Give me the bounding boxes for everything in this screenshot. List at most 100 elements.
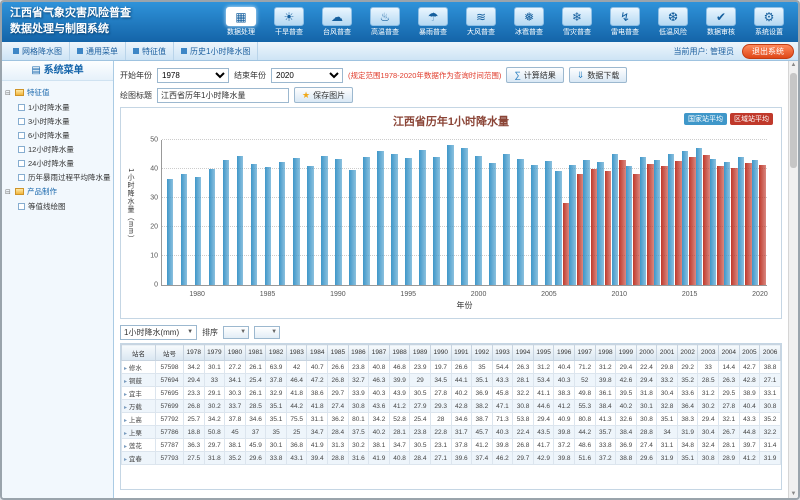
start-year-select[interactable]: 1978 <box>157 68 229 83</box>
bar-regional[interactable] <box>633 174 640 285</box>
tree-group-label-feature-values[interactable]: ⊟特征值 <box>5 85 110 100</box>
bar-national[interactable] <box>682 151 689 285</box>
tab-history-1h-precip[interactable]: 历史1小时降水图 <box>174 42 258 60</box>
collapse-icon[interactable]: ⊟ <box>5 89 12 97</box>
nav-item-lightning-survey[interactable]: ↯雷电普查 <box>602 7 648 37</box>
bar-regional[interactable] <box>619 160 626 285</box>
bar-national[interactable] <box>710 159 717 285</box>
bar-regional[interactable] <box>759 165 766 285</box>
checkbox-icon[interactable] <box>18 203 25 210</box>
bar-national[interactable] <box>461 148 468 285</box>
bar-national[interactable] <box>517 159 524 285</box>
nav-item-system-settings[interactable]: ⚙系统设置 <box>746 7 792 37</box>
expand-row-icon[interactable]: ▸ <box>124 392 127 398</box>
bar-national[interactable] <box>752 160 759 285</box>
checkbox-icon[interactable] <box>18 174 25 181</box>
bar-regional[interactable] <box>647 164 654 285</box>
col-year-2001[interactable]: 2001 <box>657 345 678 361</box>
tab-grid-precip-map[interactable]: 网格降水图 <box>6 42 70 60</box>
scroll-up-icon[interactable]: ▲ <box>789 62 798 68</box>
expand-row-icon[interactable]: ▸ <box>124 418 127 424</box>
end-year-select[interactable]: 2020 <box>271 68 343 83</box>
bar-national[interactable] <box>363 157 370 285</box>
col-year-2006[interactable]: 2006 <box>760 345 781 361</box>
metric-select[interactable]: 1小时降水(mm) ▼ <box>120 325 197 340</box>
table-row[interactable]: ▸ 宜丰5769523.329.130.326.132.941.838.629.… <box>122 387 781 400</box>
tree-item-contour-plot[interactable]: 等值线绘图 <box>5 199 110 213</box>
bar-national[interactable] <box>377 151 384 285</box>
scroll-down-icon[interactable]: ▼ <box>789 491 798 497</box>
bar-national[interactable] <box>279 162 286 285</box>
bar-regional[interactable] <box>661 166 668 285</box>
col-year-2003[interactable]: 2003 <box>698 345 719 361</box>
expand-row-icon[interactable]: ▸ <box>124 379 127 385</box>
expand-row-icon[interactable]: ▸ <box>124 431 127 437</box>
bar-national[interactable] <box>545 161 552 285</box>
bar-regional[interactable] <box>703 155 710 285</box>
legend-national[interactable]: 国家站平均 <box>684 113 727 125</box>
expand-row-icon[interactable]: ▸ <box>124 405 127 411</box>
bar-national[interactable] <box>724 162 731 285</box>
tree-item-1h-precip[interactable]: 1小时降水量 <box>5 100 110 114</box>
bar-national[interactable] <box>612 154 619 285</box>
tab-feature-values[interactable]: 特征值 <box>126 42 174 60</box>
tree-item-24h-precip[interactable]: 24小时降水量 <box>5 156 110 170</box>
bar-regional[interactable] <box>577 174 584 285</box>
col-year-1991[interactable]: 1991 <box>451 345 472 361</box>
bar-national[interactable] <box>181 174 188 285</box>
nav-item-drought-survey[interactable]: ☀干旱普查 <box>266 7 312 37</box>
bar-national[interactable] <box>209 169 216 285</box>
col-year-1998[interactable]: 1998 <box>595 345 616 361</box>
bar-national[interactable] <box>640 157 647 285</box>
save-image-button[interactable]: ★保存图片 <box>294 87 353 103</box>
legend-regional[interactable]: 区域站平均 <box>730 113 773 125</box>
bar-national[interactable] <box>293 158 300 285</box>
checkbox-icon[interactable] <box>18 132 25 139</box>
bar-regional[interactable] <box>731 168 738 285</box>
bar-regional[interactable] <box>563 203 570 285</box>
col-year-2000[interactable]: 2000 <box>636 345 657 361</box>
bar-national[interactable] <box>251 164 258 285</box>
bar-national[interactable] <box>696 148 703 285</box>
col-year-1995[interactable]: 1995 <box>533 345 554 361</box>
bar-regional[interactable] <box>717 166 724 285</box>
tree-item-12h-precip[interactable]: 12小时降水量 <box>5 142 110 156</box>
table-row[interactable]: ▸ 铜鼓5769429.43334.125.437.846.447.226.83… <box>122 374 781 387</box>
col-year-2002[interactable]: 2002 <box>677 345 698 361</box>
bar-national[interactable] <box>307 166 314 285</box>
tree-group-label-product-making[interactable]: ⊟产品制作 <box>5 184 110 199</box>
col-year-1999[interactable]: 1999 <box>616 345 637 361</box>
col-year-1997[interactable]: 1997 <box>574 345 595 361</box>
col-year-1996[interactable]: 1996 <box>554 345 575 361</box>
col-year-2005[interactable]: 2005 <box>739 345 760 361</box>
col-year-1990[interactable]: 1990 <box>430 345 451 361</box>
col-year-1984[interactable]: 1984 <box>307 345 328 361</box>
col-year-1993[interactable]: 1993 <box>492 345 513 361</box>
col-year-1986[interactable]: 1986 <box>348 345 369 361</box>
bar-national[interactable] <box>503 154 510 285</box>
tab-general-menu[interactable]: 通用菜单 <box>70 42 126 60</box>
download-button[interactable]: ⇓数据下载 <box>569 67 628 83</box>
bar-national[interactable] <box>654 160 661 285</box>
nav-item-rainstorm-survey[interactable]: ☂暴雨普查 <box>410 7 456 37</box>
nav-item-wind-survey[interactable]: ≋大风普查 <box>458 7 504 37</box>
tree-item-storm-avg-precip[interactable]: 历年暴雨过程平均降水量 <box>5 170 110 184</box>
bar-regional[interactable] <box>605 171 612 285</box>
checkbox-icon[interactable] <box>18 160 25 167</box>
bar-national[interactable] <box>597 162 604 285</box>
col-year-1978[interactable]: 1978 <box>184 345 205 361</box>
col-year-1981[interactable]: 1981 <box>245 345 266 361</box>
col-year-1983[interactable]: 1983 <box>286 345 307 361</box>
table-row[interactable]: ▸ 万载5769926.830.233.728.535.144.241.827.… <box>122 400 781 413</box>
bar-national[interactable] <box>223 160 230 285</box>
bar-national[interactable] <box>583 160 590 285</box>
bar-national[interactable] <box>447 145 454 285</box>
bar-national[interactable] <box>531 165 538 285</box>
expand-row-icon[interactable]: ▸ <box>124 444 127 450</box>
collapse-icon[interactable]: ⊟ <box>5 188 12 196</box>
bar-national[interactable] <box>391 154 398 285</box>
col-station-id[interactable]: 站号 <box>156 345 184 361</box>
bar-regional[interactable] <box>591 169 598 285</box>
col-station-name[interactable]: 站名 <box>122 345 156 361</box>
table-row[interactable]: ▸ 宜春5779327.531.835.229.633.843.139.428.… <box>122 452 781 465</box>
